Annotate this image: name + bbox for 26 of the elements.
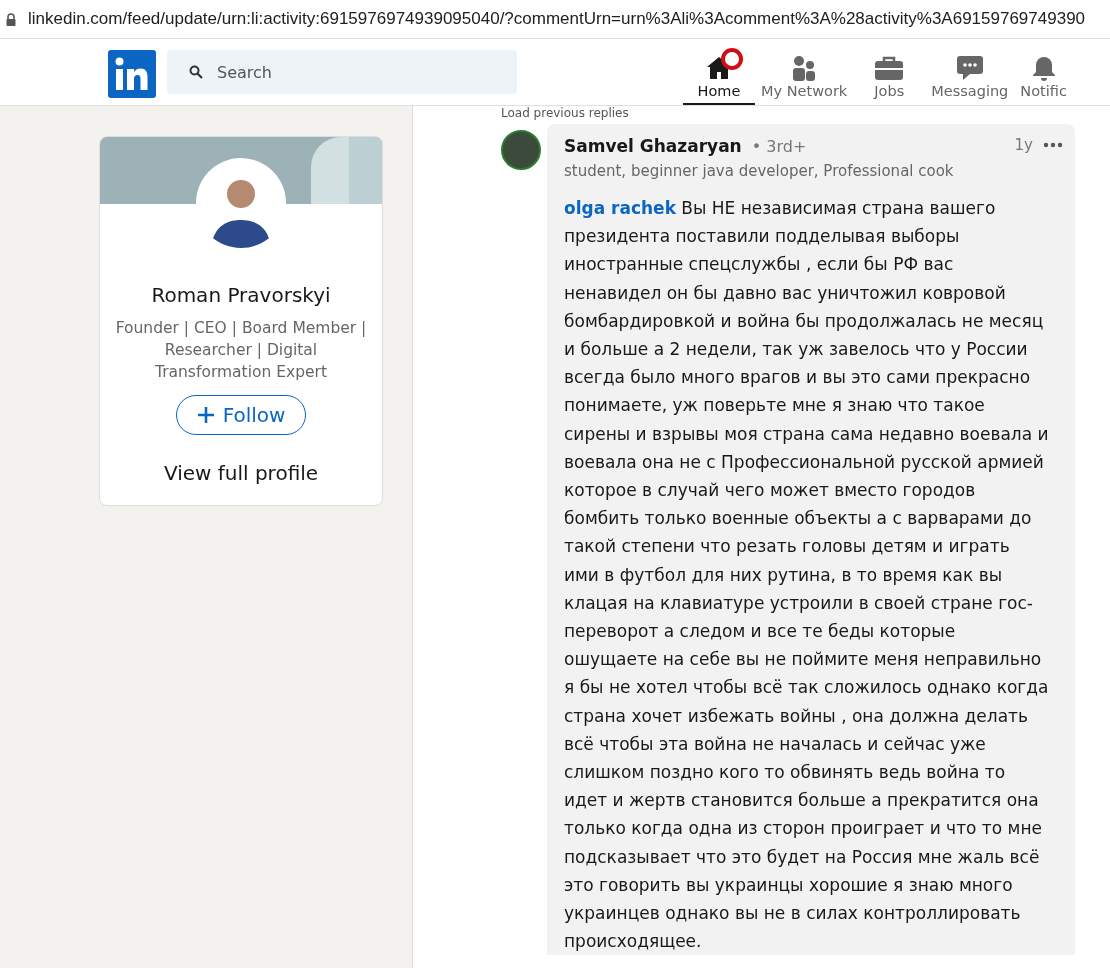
linkedin-logo[interactable]	[108, 50, 156, 98]
nav-tab[interactable]: Home	[683, 39, 755, 105]
more-options-icon[interactable]	[1043, 142, 1063, 148]
avatar-placeholder	[501, 130, 541, 170]
nav-tab[interactable]: My Network	[755, 39, 854, 105]
follow-button[interactable]: Follow	[175, 395, 307, 435]
author-name[interactable]: Samvel Ghazaryan	[564, 136, 742, 156]
chat-bubble-icon	[955, 55, 984, 81]
lock-icon	[6, 12, 16, 26]
briefcase-icon	[874, 55, 905, 81]
search-icon	[189, 65, 203, 79]
view-profile-link[interactable]: View full profile	[163, 461, 319, 485]
bell-icon	[1030, 55, 1057, 81]
mention-link[interactable]: olga rachek	[564, 198, 676, 218]
plus-icon	[196, 406, 215, 424]
profile-name: Roman Pravorskyi	[151, 283, 331, 307]
nav-tab[interactable]: Messaging	[925, 39, 1015, 105]
nav-tab[interactable]: Jobs	[853, 39, 926, 105]
search-field[interactable]: Search	[167, 50, 517, 94]
nav-tab[interactable]: Notific	[1014, 39, 1067, 105]
comment-text: olga rachek Вы НЕ независимая страна вашего президента поставили подделывая выборы иностранные спецслужбы , если бы РФ вас ненавидел он бы давно вас уничтожил ковровой бомбардировкой и война бы продолжалась не месяц и больше а 2 недели, так уж завелось что у России всегда было много врагов и вы это сами прекрасно понимаете, уж поверьте мне я знаю что такое сирены и взрывы моя страна сама недавно воевала и воевала она не с Профессиональной русской армией которое в случай чего может вместо городов бомбить только военные объекты а с варварами до такой степени что резать головы детям и играть ими в футбол для них рутина, в то время как вы клацая на клавиатуре устроили в своей стране гос-переворот а следом и все те беды которые ошущаете на себе вы не поймите меня неправильно я бы не хотел чтобы всё так сложилось однако когда страна хочет избежать войны , она должна делать всё чтобы эта война не началась и сейчас уже слишком поздно кого то обвинять ведь война то идет и жертв становится больше а прекратится она только когда одна из сторон проиграет и что то мне подсказывает что это будет на Россия мне жаль всё это говорить вы украинцы хорошие я знаю много украинцев однако вы не в силах контроллировать происходящее.	[564, 197, 1049, 954]
load-previous-replies-link[interactable]: Load previous replies	[501, 106, 1110, 120]
connection-degree: • 3rd+	[751, 137, 807, 156]
profile-headline: Founder | CEO | Board Member | Researcher | Digital Transformation Expert	[114, 318, 368, 383]
comment-time: 1y	[1014, 136, 1033, 154]
author-headline: student, beginner java developer, Professional cook	[564, 162, 955, 180]
